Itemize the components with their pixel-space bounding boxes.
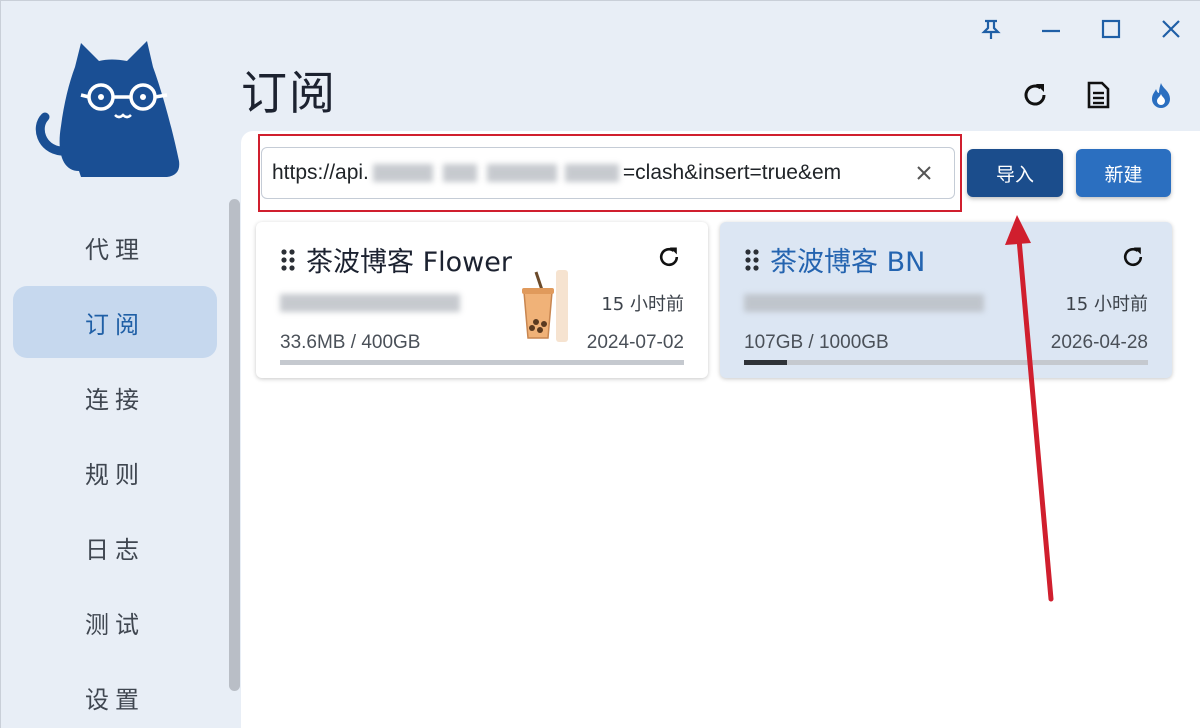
sidebar-item-label: 测试 [85,610,145,639]
profile-usage: 107GB / 1000GB [744,332,889,353]
sidebar-item-label: 设置 [85,685,145,714]
fire-icon [1152,83,1170,108]
profile-name: 茶波博客 BN [770,247,926,278]
sidebar-scrollbar[interactable] [229,199,240,691]
content-area [241,131,1200,728]
pin-icon [981,19,1001,39]
profile-expire-date: 2026-04-28 [1050,332,1148,353]
sidebar-item-label: 订阅 [85,310,145,339]
pin-button[interactable] [973,11,1009,47]
sidebar-nav: 代理 订阅 连接 规则 日志 测试 设置 [13,211,217,728]
profile-expire-date: 2024-07-02 [586,332,684,353]
profile-name: 茶波博客 Flower [306,247,512,278]
sidebar: 代理 订阅 连接 规则 日志 测试 设置 [1,1,241,728]
sidebar-item-logs[interactable]: 日志 [13,511,217,583]
minimize-icon [1042,29,1060,33]
profile-card-bn[interactable]: 茶波博客 BN 15 小时前 107GB / 1000GB 2026-04-28 [720,222,1172,378]
app-window: 代理 订阅 连接 规则 日志 测试 设置 订阅 https://api. =cl… [0,0,1200,728]
import-button[interactable]: 导入 [967,149,1063,197]
sidebar-item-connections[interactable]: 连接 [13,361,217,433]
profile-card-flower[interactable]: 茶波博客 Flower 15 小时前 33.6MB / 400GB 2024-0… [256,222,708,378]
page-title: 订阅 [241,66,337,120]
usage-progress-fill [744,360,788,365]
maximize-icon [1101,19,1121,39]
profile-updated-time: 15 小时前 [1065,294,1148,315]
sidebar-item-proxies[interactable]: 代理 [13,211,217,283]
drag-handle-icon[interactable] [744,248,760,272]
maximize-button[interactable] [1093,11,1129,47]
sidebar-item-label: 连接 [85,385,145,414]
sidebar-item-label: 日志 [85,535,145,564]
profile-refresh-button[interactable] [1118,242,1148,272]
subscription-url-input[interactable]: https://api. =clash&insert=true&em [262,153,882,193]
refresh-icon [1123,247,1143,267]
profile-usage: 33.6MB / 400GB [280,332,421,353]
cat-logo [35,41,180,177]
sidebar-item-settings[interactable]: 设置 [13,661,217,728]
file-button[interactable] [1080,77,1116,113]
profile-updated-time: 15 小时前 [601,294,684,315]
close-icon [1162,20,1180,38]
url-redacted [369,163,623,183]
usage-progress-bar [280,360,684,365]
clear-input-button[interactable] [912,161,936,185]
milk-tea-watermark-icon [522,270,568,342]
document-icon [1087,81,1110,109]
minimize-button[interactable] [1033,11,1069,47]
drag-handle-icon[interactable] [280,248,296,272]
sidebar-item-label: 代理 [85,235,145,264]
url-suffix-text: =clash&insert=true&em [622,161,842,184]
sidebar-item-profiles[interactable]: 订阅 [13,286,217,358]
refresh-icon [659,247,679,267]
refresh-all-button[interactable] [1017,77,1053,113]
url-prefix-text: https://api. [272,161,369,184]
sidebar-item-label: 规则 [85,460,145,489]
close-window-button[interactable] [1153,11,1189,47]
new-profile-button[interactable]: 新建 [1076,149,1171,197]
close-icon [917,166,931,180]
subscription-url-field[interactable]: https://api. =clash&insert=true&em [261,147,955,199]
sidebar-item-test[interactable]: 测试 [13,586,217,658]
sidebar-item-rules[interactable]: 规则 [13,436,217,508]
profile-refresh-button[interactable] [654,242,684,272]
fire-button[interactable] [1143,77,1179,113]
usage-progress-bar [744,360,1148,365]
refresh-icon [1024,84,1046,106]
